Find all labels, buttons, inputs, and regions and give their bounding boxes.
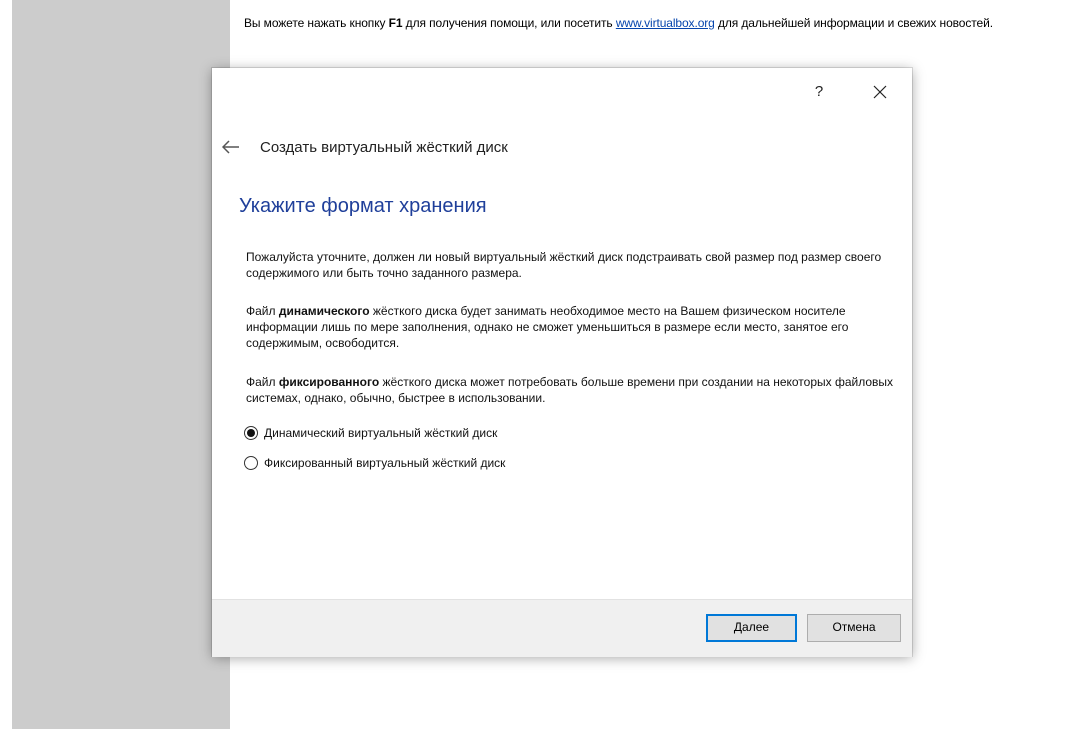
p3-prefix: Файл xyxy=(246,375,279,389)
info-mid: для получения помощи, или посетить xyxy=(402,16,616,30)
cancel-button[interactable]: Отмена xyxy=(807,614,901,642)
close-button[interactable] xyxy=(866,78,894,106)
next-button[interactable]: Далее xyxy=(706,614,797,642)
info-prefix: Вы можете нажать кнопку xyxy=(244,16,389,30)
left-panel xyxy=(12,0,230,729)
radio-fixed-disk[interactable]: Фиксированный виртуальный жёсткий диск xyxy=(244,456,505,470)
p3-bold: фиксированного xyxy=(278,375,380,389)
dialog-footer: Далее Отмена xyxy=(212,599,912,657)
description-paragraph-3: Файл фиксированного жёсткого диска может… xyxy=(246,374,896,406)
wizard-title: Создать виртуальный жёсткий диск xyxy=(260,138,508,156)
radio-label-dynamic: Динамический виртуальный жёсткий диск xyxy=(264,426,498,440)
p2-prefix: Файл xyxy=(246,304,279,318)
create-disk-dialog: ? Создать виртуальный жёсткий диск Укажи… xyxy=(212,68,912,657)
help-button[interactable]: ? xyxy=(807,80,831,104)
radio-label-fixed: Фиксированный виртуальный жёсткий диск xyxy=(264,456,506,470)
description-paragraph-2: Файл динамического жёсткого диска будет … xyxy=(246,303,896,351)
description-paragraph-1: Пожалуйста уточните, должен ли новый вир… xyxy=(246,250,882,280)
p2-bold: динамического xyxy=(278,304,370,318)
close-icon xyxy=(873,85,887,99)
virtualbox-link[interactable]: www.virtualbox.org xyxy=(616,16,715,30)
arrow-left-icon[interactable] xyxy=(222,140,240,154)
background-info-text: Вы можете нажать кнопку F1 для получения… xyxy=(244,16,1079,30)
info-key: F1 xyxy=(388,16,403,30)
radio-button-checked[interactable] xyxy=(244,426,258,440)
page-heading: Укажите формат хранения xyxy=(239,195,487,217)
info-suffix: для дальнейшей информации и свежих новос… xyxy=(714,16,993,30)
wizard-header: Создать виртуальный жёсткий диск xyxy=(222,136,508,158)
radio-button-unchecked[interactable] xyxy=(244,456,258,470)
radio-dynamic-disk[interactable]: Динамический виртуальный жёсткий диск xyxy=(244,426,497,440)
dialog-title-bar: ? xyxy=(212,68,912,112)
